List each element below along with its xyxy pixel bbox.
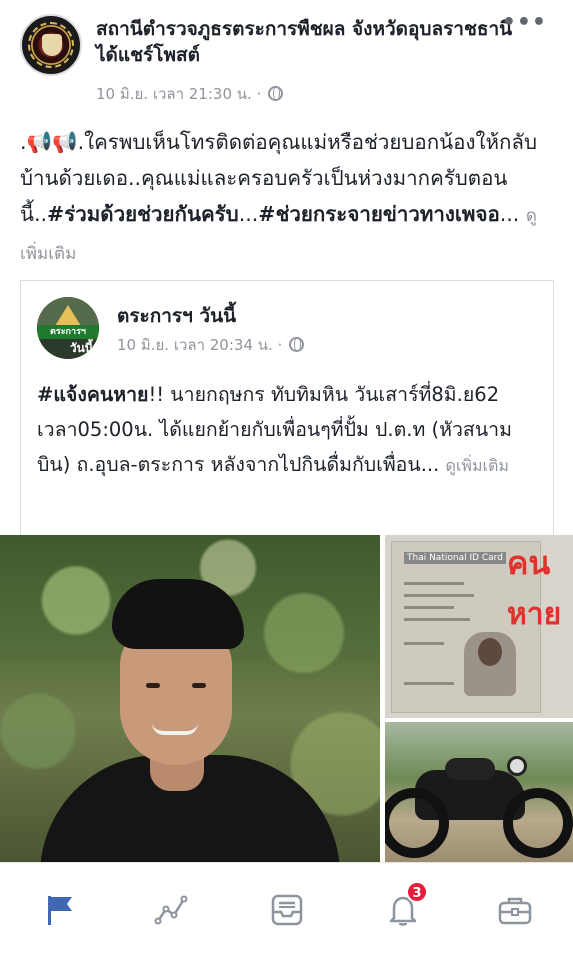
- bike-headlight: [507, 756, 527, 776]
- nav-insights[interactable]: [146, 885, 196, 935]
- id-portrait: [464, 632, 516, 696]
- shared-label: ได้แชร์โพสต์: [96, 44, 200, 66]
- id-card-photo[interactable]: Thai National ID Card คน หาย: [385, 535, 573, 718]
- hashtag-link[interactable]: #แจ้งคนหาย: [37, 383, 148, 406]
- post-text-ellipsis: ...: [499, 202, 520, 226]
- nav-tools[interactable]: [490, 885, 540, 935]
- shared-timestamp[interactable]: 10 มิ.ย. เวลา 20:34 น. ·: [117, 336, 282, 354]
- nav-home[interactable]: [35, 885, 85, 935]
- hashtag-link[interactable]: #ช่วยกระจายข่าวทางเพจอ: [258, 202, 500, 226]
- id-card-title: Thai National ID Card: [404, 552, 506, 564]
- post-meta: 10 มิ.ย. เวลา 21:30 น. ·: [96, 82, 284, 106]
- id-text-line: [404, 618, 470, 621]
- id-text-line: [404, 682, 454, 685]
- shared-post-meta: 10 มิ.ย. เวลา 20:34 น. ·: [117, 333, 305, 357]
- eye: [146, 683, 160, 688]
- nav-notifications[interactable]: 3: [378, 881, 428, 935]
- post-timestamp[interactable]: 10 มิ.ย. เวลา 21:30 น. ·: [96, 85, 261, 103]
- avatar-text-bottom: วันนี้: [69, 341, 93, 355]
- shared-page-name[interactable]: ตระการฯ วันนี้: [117, 301, 236, 331]
- bike-tank: [445, 758, 495, 780]
- nav-inbox[interactable]: [262, 885, 312, 935]
- missing-label-line2: หาย: [507, 597, 562, 632]
- post-body: .📢📢.ใครพบเห็นโทรติดต่อคุณแม่หรือช่วยบอกน…: [20, 124, 555, 272]
- globe-icon: [289, 337, 305, 352]
- id-text-line: [404, 606, 454, 609]
- bike-wheel: [503, 788, 573, 858]
- missing-person-photo[interactable]: [0, 535, 380, 862]
- hashtag-link[interactable]: #ร่วมด้วยช่วยกันครับ: [47, 202, 239, 226]
- id-text-line: [404, 594, 474, 597]
- post-header: สถานีตำรวจภูธรตระการพืชผล จังหวัดอุบลราช…: [0, 0, 573, 110]
- eye: [192, 683, 206, 688]
- briefcase-icon: [498, 897, 532, 925]
- globe-icon: [268, 86, 284, 101]
- shared-post-text: #แจ้งคนหาย!! นายกฤษกร ทับทิมหิน วันเสาร์…: [37, 377, 542, 483]
- bike-wheel: [385, 788, 449, 858]
- post-author[interactable]: สถานีตำรวจภูธรตระการพืชผล จังหวัดอุบลราช…: [96, 16, 516, 68]
- shared-page-avatar[interactable]: ตระการฯ วันนี้: [37, 297, 99, 359]
- motorcycle-photo[interactable]: [385, 722, 573, 862]
- flag-icon: [48, 896, 72, 925]
- see-more-link[interactable]: ดูเพิ่มเติม: [446, 456, 509, 475]
- shared-post-card[interactable]: ตระการฯ วันนี้ ตระการฯ วันนี้ 10 มิ.ย. เ…: [20, 280, 554, 540]
- page-avatar[interactable]: [20, 14, 82, 76]
- activity-icon: [154, 895, 188, 925]
- inbox-icon: [271, 894, 303, 926]
- bottom-nav-bar: 3: [0, 862, 573, 960]
- page-name-link[interactable]: สถานีตำรวจภูธรตระการพืชผล จังหวัดอุบลราช…: [96, 18, 512, 40]
- more-options-icon[interactable]: •••: [502, 10, 547, 35]
- missing-label-line1: คน: [507, 544, 551, 582]
- avatar-text-top: ตระการฯ: [37, 325, 99, 339]
- post-text-mid: ...: [238, 202, 259, 226]
- id-text-line: [404, 582, 464, 585]
- notification-badge: 3: [406, 881, 428, 903]
- smile: [152, 723, 198, 735]
- seal-core: [42, 34, 62, 56]
- id-text-line: [404, 642, 444, 645]
